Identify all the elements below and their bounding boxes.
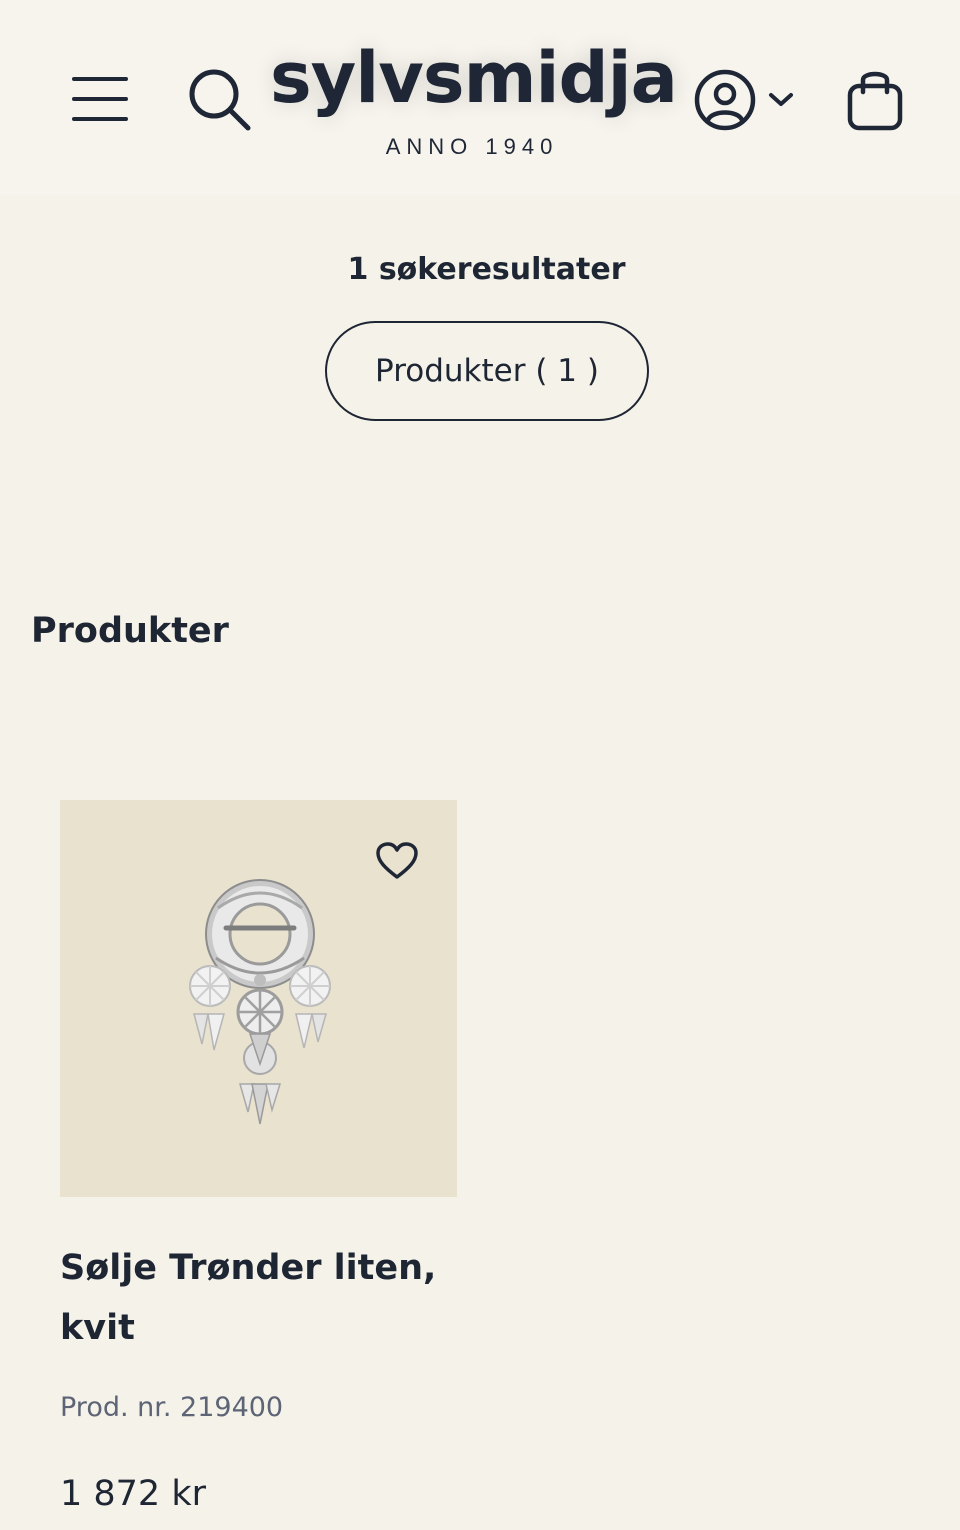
shopping-bag-icon: [847, 71, 903, 131]
cart-button[interactable]: [838, 58, 912, 138]
search-results-count: 1 søkeresultater: [347, 252, 626, 287]
favorite-button[interactable]: [372, 836, 422, 886]
hamburger-menu-icon: [72, 77, 128, 121]
products-section-title: Produkter: [31, 611, 229, 651]
product-card[interactable]: Sølje Trønder liten, kvit Prod. nr. 2194…: [60, 800, 460, 1530]
logo-wordmark: sylvsmidja: [270, 37, 678, 119]
product-price: 1 872 kr: [60, 1474, 206, 1514]
site-logo[interactable]: sylvsmidja ANNO 1940: [270, 30, 678, 170]
product-image[interactable]: [60, 800, 457, 1197]
brooch-image: [189, 879, 331, 1125]
site-header: sylvsmidja ANNO 1940: [0, 0, 960, 195]
search-button[interactable]: [180, 62, 260, 138]
menu-button[interactable]: [64, 66, 136, 132]
search-icon: [189, 69, 251, 131]
product-number: Prod. nr. 219400: [60, 1392, 284, 1423]
filter-products-pill[interactable]: Produkter ( 1 ): [325, 321, 649, 421]
account-button[interactable]: [686, 62, 802, 138]
chevron-down-icon: [769, 93, 793, 106]
product-name[interactable]: Sølje Trønder liten, kvit: [60, 1238, 460, 1358]
user-circle-icon: [694, 69, 756, 131]
logo-tagline: ANNO 1940: [385, 134, 559, 159]
heart-icon: [376, 842, 418, 879]
